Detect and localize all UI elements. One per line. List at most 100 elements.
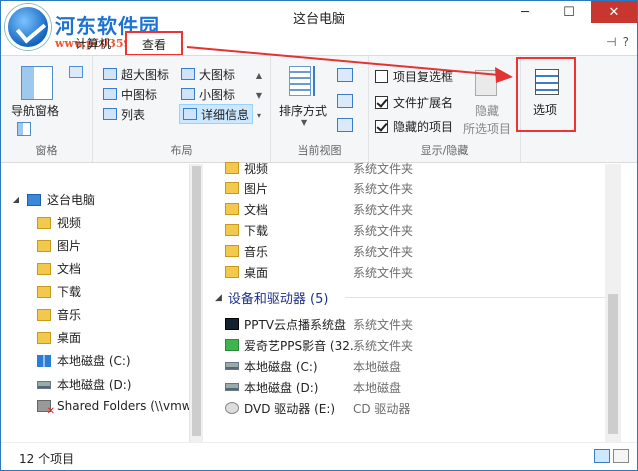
pin-ribbon-icon[interactable]: ⊣	[606, 35, 616, 49]
nav-item-shared-folders[interactable]: Shared Folders (\\vmw	[37, 399, 192, 417]
sort-arrow-icon	[313, 66, 319, 96]
add-columns-icon[interactable]	[337, 94, 353, 108]
list-item[interactable]: PPTV云点播系统盘 系统文件夹	[225, 314, 413, 334]
tab-view[interactable]: 查看	[125, 31, 183, 56]
details-pane-icon[interactable]	[69, 66, 83, 78]
documents-folder-icon	[37, 262, 51, 275]
maximize-button[interactable]: ☐	[547, 1, 591, 23]
size-columns-icon[interactable]	[337, 118, 353, 132]
navigation-pane: ◢ 这台电脑 视频 图片 文档 下载 音乐 桌面 本地磁盘 (C:) 本地磁盘 …	[1, 164, 192, 442]
window-controls: ─ ☐ ✕	[503, 1, 637, 23]
videos-folder-icon	[225, 162, 239, 174]
hide-selected-icon[interactable]	[475, 70, 497, 96]
ribbon-tabs: 计算机 查看 ⊣ ?	[1, 31, 637, 56]
details-view-button[interactable]	[594, 449, 610, 463]
large-icons-icon	[181, 68, 195, 80]
minimize-button[interactable]: ─	[503, 1, 547, 23]
list-item[interactable]: 音乐 系统文件夹	[225, 241, 413, 261]
layout-medium-icons[interactable]: 中图标	[103, 84, 157, 104]
layout-gallery-scroll[interactable]: ▲ ▼ ▾	[253, 66, 265, 126]
nav-item-music[interactable]: 音乐	[37, 306, 81, 323]
nav-item-videos[interactable]: 视频	[37, 214, 81, 231]
hide-selected-label-2[interactable]: 所选项目	[463, 120, 511, 137]
list-item[interactable]: 本地磁盘 (C:) 本地磁盘	[225, 356, 401, 376]
devices-group-header[interactable]: ◢ 设备和驱动器 (5)	[215, 288, 605, 307]
layout-large-icons[interactable]: 大图标	[181, 64, 235, 84]
local-drive-icon	[37, 380, 51, 389]
collapse-icon[interactable]: ◢	[215, 293, 222, 303]
nav-item-downloads[interactable]: 下载	[37, 283, 81, 300]
pictures-folder-icon	[225, 182, 239, 194]
nav-scrollbar[interactable]	[189, 164, 203, 442]
layout-list[interactable]: 列表	[103, 104, 145, 124]
sort-dropdown-icon[interactable]: ▼	[301, 118, 307, 127]
list-item[interactable]: DVD 驱动器 (E:) CD 驱动器	[225, 398, 410, 418]
hidden-items-checkbox[interactable]	[375, 120, 388, 133]
group-label-panes: 窗格	[35, 144, 58, 157]
nav-item-this-pc[interactable]: ◢ 这台电脑	[11, 191, 95, 208]
sort-by-icon[interactable]	[289, 66, 311, 96]
list-item[interactable]: 桌面 系统文件夹	[225, 262, 413, 282]
nav-item-pictures[interactable]: 图片	[37, 237, 81, 254]
group-label-current-view: 当前视图	[297, 144, 342, 157]
options-button[interactable]: 选项	[533, 101, 557, 118]
group-by-icon[interactable]	[337, 68, 353, 82]
group-divider	[345, 297, 605, 298]
nav-scrollbar-thumb[interactable]	[192, 166, 201, 436]
hidden-items-toggle[interactable]: 隐藏的项目	[375, 118, 453, 135]
hide-selected-label[interactable]: 隐藏	[475, 102, 499, 119]
options-icon[interactable]	[535, 69, 559, 95]
details-icon	[183, 108, 197, 120]
small-icons-icon	[181, 88, 195, 100]
sort-by-button[interactable]: 排序方式	[279, 102, 327, 119]
desktop-folder-icon	[37, 331, 51, 344]
extra-large-icons-icon	[103, 68, 117, 80]
documents-folder-icon	[225, 203, 239, 215]
nav-item-drive-c[interactable]: 本地磁盘 (C:)	[37, 352, 131, 369]
layout-small-icons[interactable]: 小图标	[181, 84, 235, 104]
preview-pane-icon[interactable]	[17, 122, 31, 136]
list-item[interactable]: 图片 系统文件夹	[225, 178, 413, 198]
nav-item-drive-d[interactable]: 本地磁盘 (D:)	[37, 376, 131, 393]
music-folder-icon	[37, 308, 51, 321]
list-icon	[103, 108, 117, 120]
group-label-show-hide: 显示/隐藏	[420, 144, 469, 157]
close-button[interactable]: ✕	[591, 1, 637, 23]
list-item[interactable]: 爱奇艺PPS影音 (32... 系统文件夹	[225, 335, 413, 355]
local-drive-icon	[225, 383, 239, 391]
group-current-view: 排序方式 ▼ 当前视图	[271, 56, 369, 162]
nav-item-documents[interactable]: 文档	[37, 260, 81, 277]
pptv-drive-icon	[225, 318, 239, 330]
nav-item-desktop[interactable]: 桌面	[37, 329, 81, 346]
videos-folder-icon	[37, 216, 51, 229]
list-item[interactable]: 下载 系统文件夹	[225, 220, 413, 240]
downloads-folder-icon	[37, 285, 51, 298]
large-icons-view-button[interactable]	[613, 449, 629, 463]
content-scrollbar[interactable]	[605, 164, 621, 442]
navigation-pane-icon[interactable]	[21, 66, 53, 100]
item-checkboxes-checkbox[interactable]	[375, 70, 388, 83]
iqiyi-drive-icon	[225, 339, 239, 351]
expand-icon[interactable]: ◢	[11, 195, 21, 204]
computer-icon	[27, 193, 41, 206]
pictures-folder-icon	[37, 239, 51, 252]
group-layout: 超大图标 大图标 中图标 小图标 列表 详细信息 ▲ ▼ ▾ 布局	[93, 56, 271, 162]
navigation-pane-button[interactable]: 导航窗格	[11, 102, 59, 119]
group-show-hide: 项目复选框 文件扩展名 隐藏的项目 隐藏 所选项目 显示/隐藏	[369, 56, 521, 162]
layout-extra-large-icons[interactable]: 超大图标	[103, 64, 169, 84]
list-item[interactable]: 文档 系统文件夹	[225, 199, 413, 219]
help-icon[interactable]: ?	[623, 35, 629, 49]
group-label-layout: 布局	[170, 144, 193, 157]
item-count: 12 个项目	[19, 452, 75, 466]
layout-details[interactable]: 详细信息	[179, 104, 254, 124]
file-extensions-checkbox[interactable]	[375, 96, 388, 109]
dvd-drive-icon	[225, 402, 239, 414]
tab-computer[interactable]: 计算机	[75, 35, 111, 52]
item-checkboxes-toggle[interactable]: 项目复选框	[375, 68, 453, 85]
windows-drive-icon	[37, 354, 51, 367]
file-extensions-toggle[interactable]: 文件扩展名	[375, 94, 453, 111]
content-scrollbar-thumb[interactable]	[608, 294, 618, 434]
list-item[interactable]: 本地磁盘 (D:) 本地磁盘	[225, 377, 401, 397]
list-item[interactable]: 视频 系统文件夹	[225, 158, 413, 178]
group-panes: 导航窗格 窗格	[1, 56, 93, 162]
